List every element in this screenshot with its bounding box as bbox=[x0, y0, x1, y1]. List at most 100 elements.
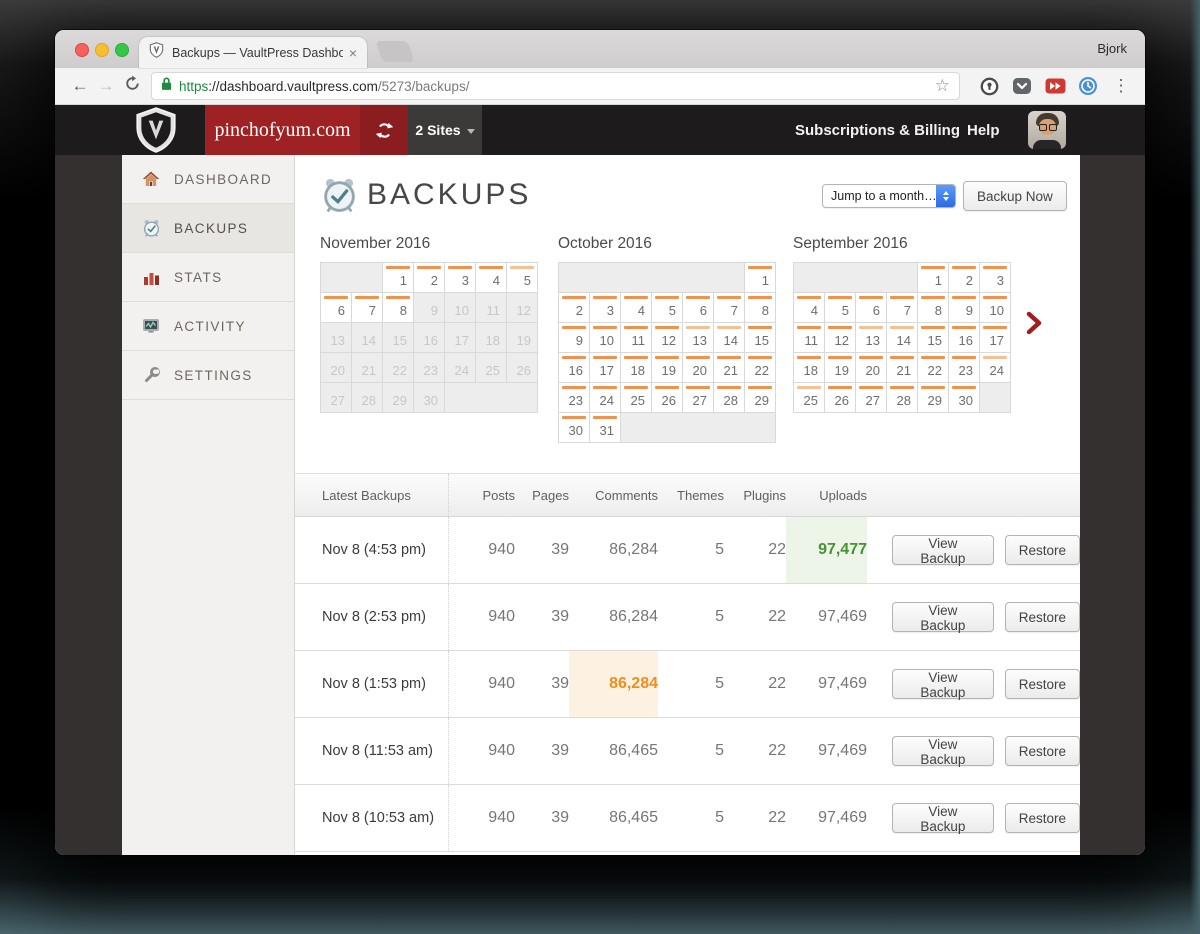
browser-tab[interactable]: Backups — VaultPress Dashbo × bbox=[139, 37, 367, 68]
calendar-day[interactable]: 23 bbox=[949, 353, 980, 383]
calendar-day[interactable]: 18 bbox=[794, 353, 825, 383]
next-months-arrow[interactable] bbox=[1026, 311, 1042, 340]
sync-site-button[interactable] bbox=[360, 105, 408, 155]
view-backup-button[interactable]: View Backup bbox=[892, 535, 994, 566]
calendar-day[interactable]: 15 bbox=[745, 323, 776, 353]
calendar-day[interactable]: 4 bbox=[621, 293, 652, 323]
subscriptions-billing-link[interactable]: Subscriptions & Billing bbox=[795, 105, 960, 155]
view-backup-button[interactable]: View Backup bbox=[892, 602, 994, 633]
back-arrow-icon[interactable]: ← bbox=[67, 76, 93, 96]
calendar-day[interactable]: 14 bbox=[714, 323, 745, 353]
calendar-day[interactable]: 17 bbox=[980, 323, 1011, 353]
calendar-day[interactable]: 12 bbox=[652, 323, 683, 353]
calendar-day[interactable]: 14 bbox=[887, 323, 918, 353]
sidebar-item-activity[interactable]: ACTIVITY bbox=[122, 302, 294, 351]
onepassword-icon[interactable] bbox=[977, 74, 1001, 98]
window-close-button[interactable] bbox=[75, 43, 89, 57]
user-avatar[interactable] bbox=[1028, 111, 1066, 149]
calendar-day[interactable]: 26 bbox=[825, 383, 856, 413]
calendar-day[interactable]: 24 bbox=[980, 353, 1011, 383]
background-tab-stub[interactable] bbox=[375, 41, 415, 62]
calendar-day[interactable]: 1 bbox=[383, 263, 414, 293]
fastforward-icon[interactable] bbox=[1043, 74, 1067, 98]
window-zoom-button[interactable] bbox=[115, 43, 129, 57]
star-icon[interactable]: ☆ bbox=[935, 76, 950, 96]
calendar-day[interactable]: 25 bbox=[621, 383, 652, 413]
calendar-day[interactable]: 3 bbox=[590, 293, 621, 323]
calendar-day[interactable]: 12 bbox=[825, 323, 856, 353]
help-link[interactable]: Help bbox=[967, 105, 1000, 155]
sidebar-item-dashboard[interactable]: DASHBOARD bbox=[122, 155, 294, 204]
calendar-day[interactable]: 27 bbox=[683, 383, 714, 413]
current-site-name[interactable]: pinchofyum.com bbox=[205, 105, 360, 155]
calendar-day[interactable]: 18 bbox=[621, 353, 652, 383]
restore-button[interactable]: Restore bbox=[1004, 803, 1080, 833]
calendar-day[interactable]: 7 bbox=[714, 293, 745, 323]
restore-button[interactable]: Restore bbox=[1004, 669, 1080, 699]
calendar-day[interactable]: 21 bbox=[887, 353, 918, 383]
sidebar-item-backups[interactable]: BACKUPS bbox=[122, 204, 294, 253]
calendar-day[interactable]: 8 bbox=[745, 293, 776, 323]
view-backup-button[interactable]: View Backup bbox=[892, 736, 994, 767]
calendar-day[interactable]: 30 bbox=[559, 413, 590, 443]
calendar-day[interactable]: 4 bbox=[794, 293, 825, 323]
calendar-day[interactable]: 10 bbox=[590, 323, 621, 353]
calendar-day[interactable]: 11 bbox=[621, 323, 652, 353]
calendar-day[interactable]: 19 bbox=[652, 353, 683, 383]
refresh-icon[interactable] bbox=[119, 75, 145, 97]
tab-close-icon[interactable]: × bbox=[349, 46, 357, 60]
backup-now-button[interactable]: Backup Now bbox=[963, 181, 1067, 211]
jump-to-month-select[interactable]: Jump to a month… bbox=[822, 184, 956, 208]
calendar-day[interactable]: 21 bbox=[714, 353, 745, 383]
calendar-day[interactable]: 19 bbox=[825, 353, 856, 383]
calendar-day[interactable]: 6 bbox=[683, 293, 714, 323]
calendar-day[interactable]: 20 bbox=[683, 353, 714, 383]
calendar-day[interactable]: 22 bbox=[918, 353, 949, 383]
view-backup-button[interactable]: View Backup bbox=[892, 803, 994, 834]
calendar-day[interactable]: 4 bbox=[476, 263, 507, 293]
calendar-day[interactable]: 3 bbox=[445, 263, 476, 293]
calendar-day[interactable]: 16 bbox=[949, 323, 980, 353]
calendar-day[interactable]: 10 bbox=[980, 293, 1011, 323]
calendar-day[interactable]: 22 bbox=[745, 353, 776, 383]
restore-button[interactable]: Restore bbox=[1004, 602, 1080, 632]
calendar-day[interactable]: 2 bbox=[414, 263, 445, 293]
calendar-day[interactable]: 15 bbox=[918, 323, 949, 353]
sidebar-item-settings[interactable]: SETTINGS bbox=[122, 351, 294, 400]
restore-button[interactable]: Restore bbox=[1004, 736, 1080, 766]
calendar-day[interactable]: 2 bbox=[949, 263, 980, 293]
calendar-day[interactable]: 1 bbox=[745, 263, 776, 293]
calendar-day[interactable]: 9 bbox=[559, 323, 590, 353]
calendar-day[interactable]: 6 bbox=[856, 293, 887, 323]
calendar-day[interactable]: 29 bbox=[918, 383, 949, 413]
calendar-day[interactable]: 1 bbox=[918, 263, 949, 293]
calendar-day[interactable]: 2 bbox=[559, 293, 590, 323]
calendar-day[interactable]: 26 bbox=[652, 383, 683, 413]
calendar-day[interactable]: 5 bbox=[825, 293, 856, 323]
calendar-day[interactable]: 3 bbox=[980, 263, 1011, 293]
url-bar[interactable]: https://dashboard.vaultpress.com/5273/ba… bbox=[151, 72, 960, 100]
sidebar-item-stats[interactable]: STATS bbox=[122, 253, 294, 302]
calendar-day[interactable]: 16 bbox=[559, 353, 590, 383]
calendar-day[interactable]: 31 bbox=[590, 413, 621, 443]
calendar-day[interactable]: 20 bbox=[856, 353, 887, 383]
calendar-day[interactable]: 13 bbox=[856, 323, 887, 353]
calendar-day[interactable]: 28 bbox=[714, 383, 745, 413]
window-minimize-button[interactable] bbox=[95, 43, 109, 57]
address-text[interactable]: https://dashboard.vaultpress.com/5273/ba… bbox=[179, 79, 935, 94]
calendar-day[interactable]: 11 bbox=[794, 323, 825, 353]
calendar-day[interactable]: 23 bbox=[559, 383, 590, 413]
calendar-day[interactable]: 13 bbox=[683, 323, 714, 353]
sites-dropdown[interactable]: 2 Sites bbox=[408, 105, 482, 155]
calendar-day[interactable]: 7 bbox=[887, 293, 918, 323]
calendar-day[interactable]: 8 bbox=[383, 293, 414, 323]
calendar-day[interactable]: 28 bbox=[887, 383, 918, 413]
calendar-day[interactable]: 24 bbox=[590, 383, 621, 413]
calendar-day[interactable]: 8 bbox=[918, 293, 949, 323]
history-clock-icon[interactable] bbox=[1076, 74, 1100, 98]
vaultpress-shield-icon[interactable] bbox=[133, 107, 179, 158]
calendar-day[interactable]: 5 bbox=[507, 263, 538, 293]
pocket-icon[interactable] bbox=[1010, 74, 1034, 98]
calendar-day[interactable]: 25 bbox=[794, 383, 825, 413]
calendar-day[interactable]: 17 bbox=[590, 353, 621, 383]
